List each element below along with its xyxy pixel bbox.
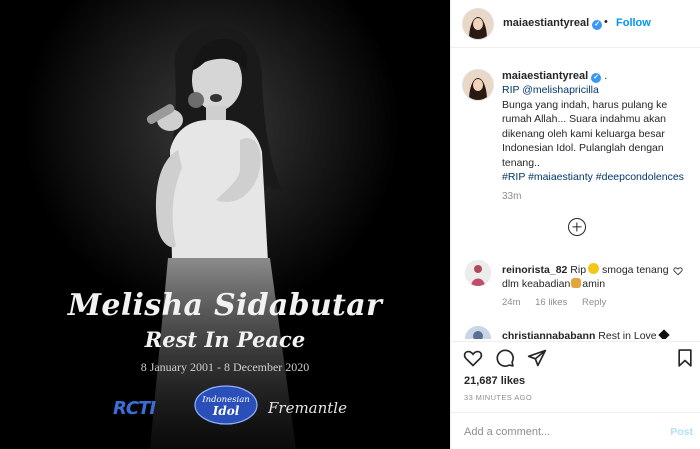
comment-username[interactable]: christiannababann	[502, 330, 595, 339]
post-sidebar: maiaestiantyreal ✓ • Follow maiaestiantyr…	[450, 0, 700, 449]
comment-icon[interactable]	[495, 348, 515, 368]
bookmark-icon[interactable]	[675, 348, 695, 368]
follow-button[interactable]: Follow	[616, 17, 651, 29]
caption-username[interactable]: maiaestiantyreal ✓ .	[502, 70, 607, 83]
black-heart-icon	[657, 329, 670, 339]
comment-avatar[interactable]	[465, 260, 491, 286]
comment-text: christiannababann Rest in Love	[502, 329, 672, 339]
share-icon[interactable]	[527, 348, 547, 368]
memorial-photo	[0, 0, 450, 449]
post-button[interactable]: Post	[670, 426, 693, 438]
post-header: maiaestiantyreal ✓ • Follow	[451, 0, 700, 48]
sad-emoji-icon	[588, 263, 600, 274]
post-actions: 21,687 likes 33 MINUTES AGO Post	[451, 341, 700, 449]
caption-mention[interactable]: RIP @melishapricilla	[502, 83, 692, 98]
add-comment-input[interactable]	[464, 423, 654, 441]
separator-dot: •	[604, 16, 608, 28]
svg-text:Idol: Idol	[212, 404, 240, 418]
avatar[interactable]	[463, 9, 493, 39]
comment-time: 24m	[502, 297, 521, 308]
comment-item: christiannababann Rest in Love	[465, 326, 693, 339]
add-comment-bar: Post	[451, 412, 700, 449]
caption-hashtags[interactable]: #RIP #maiaestianty #deepcondolences	[502, 170, 692, 185]
likes-count[interactable]: 21,687 likes	[464, 375, 525, 387]
memorial-dates: 8 January 2001 - 8 December 2020	[140, 360, 310, 374]
memorial-name: Melisha Sidabutar	[67, 288, 383, 323]
memorial-subtitle: Rest In Peace	[144, 327, 306, 352]
comment-text: reinorista_82 Rip smoga tenang dlm keaba…	[502, 263, 669, 290]
header-username[interactable]: maiaestiantyreal ✓	[503, 17, 603, 30]
caption-text: RIP @melishapricilla Bunga yang indah, h…	[502, 83, 692, 185]
reply-button[interactable]: Reply	[582, 297, 606, 308]
caption-body: Bunga yang indah, harus pulang ke rumah …	[502, 98, 668, 169]
verified-icon: ✓	[592, 20, 603, 30]
pray-emoji-icon	[571, 278, 582, 288]
fremantle-logo: Fremantle	[268, 399, 347, 417]
caption-avatar[interactable]	[463, 70, 493, 100]
comment-likes[interactable]: 16 likes	[535, 297, 567, 308]
comment-heart-icon[interactable]	[673, 266, 683, 276]
comment-username[interactable]: reinorista_82	[502, 264, 567, 276]
plus-circle-icon[interactable]	[568, 218, 586, 236]
comment-avatar[interactable]	[465, 326, 491, 339]
verified-icon: ✓	[591, 73, 602, 83]
rcti-logo: RCTI	[113, 398, 156, 419]
comments-section[interactable]: maiaestiantyreal ✓ . RIP @melishapricilla…	[451, 49, 700, 339]
caption-time: 33m	[502, 191, 522, 202]
heart-icon[interactable]	[463, 348, 483, 368]
posted-time: 33 MINUTES AGO	[464, 393, 533, 402]
comment-meta: 24m 16 likes Reply	[502, 297, 618, 308]
indonesian-idol-logo: Indonesian Idol	[194, 385, 258, 425]
sponsor-logos: RCTI Indonesian Idol Fremantle	[0, 384, 450, 425]
comment-item: reinorista_82 Rip smoga tenang dlm keaba…	[465, 260, 693, 310]
post-image[interactable]: Melisha Sidabutar Rest In Peace 8 Januar…	[0, 0, 450, 449]
